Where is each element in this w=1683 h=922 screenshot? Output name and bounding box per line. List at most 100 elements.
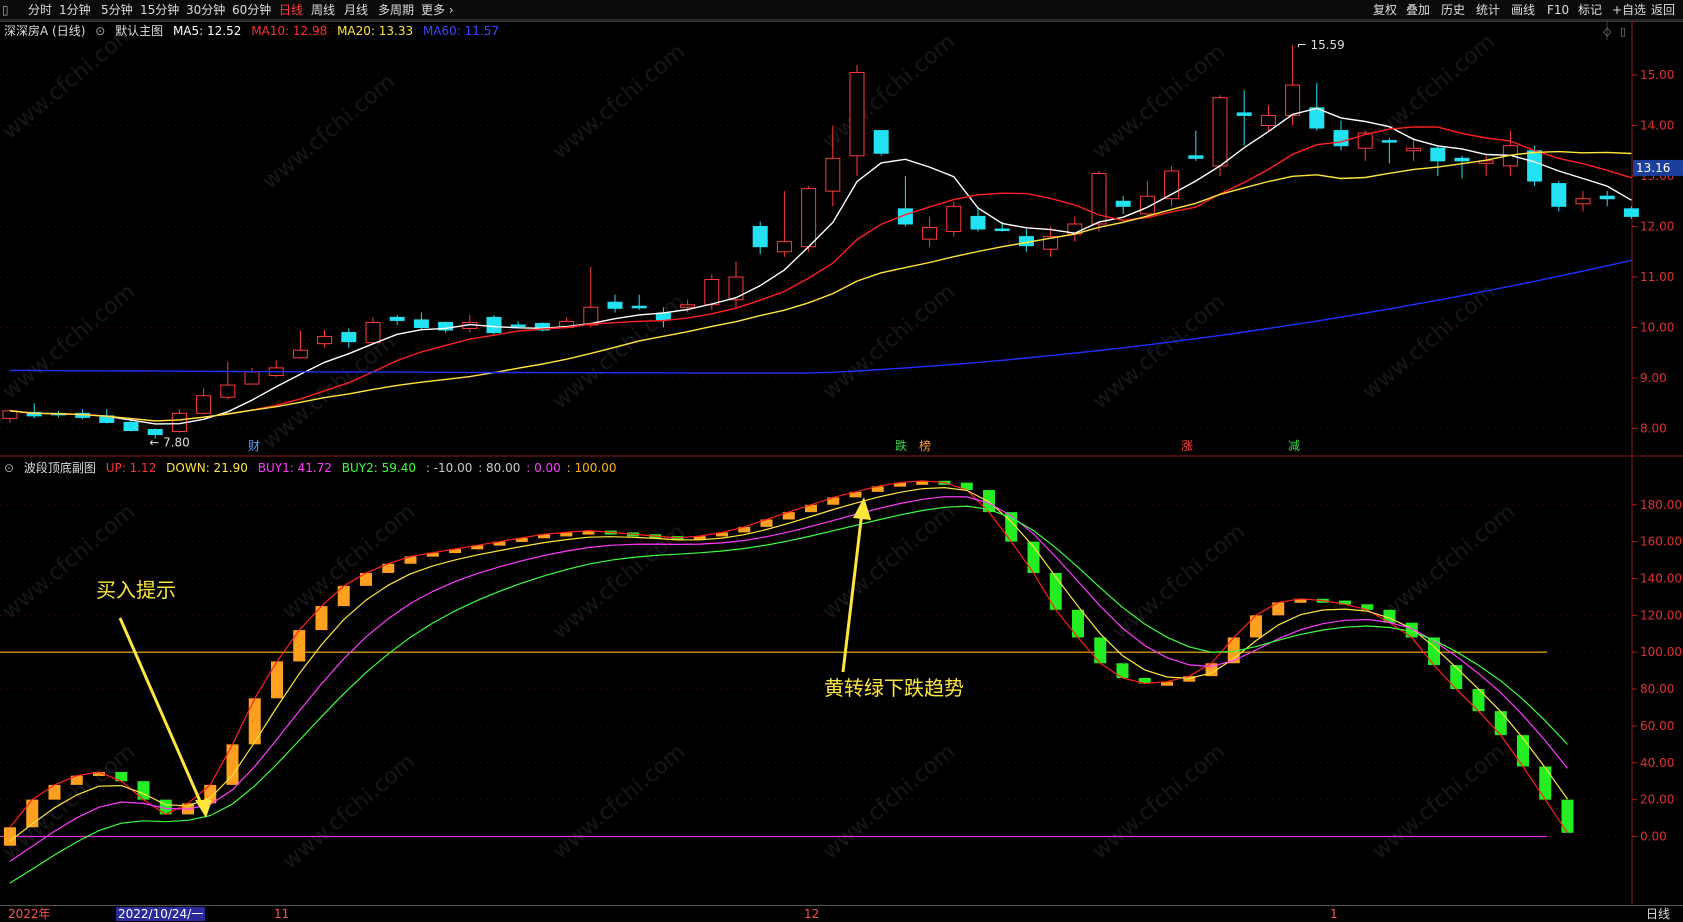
sub-panel-infobar: ⊙ 波段顶底副图 UP: 1.12 DOWN: 21.90 BUY1: 41.7… xyxy=(4,460,623,476)
candle-up xyxy=(317,336,333,345)
candle-up xyxy=(220,384,236,398)
level-neg10-value: : -10.00 xyxy=(425,461,473,475)
candle-down xyxy=(752,226,768,248)
candle-down xyxy=(1527,150,1543,182)
watermark-text: www.cfchi.com xyxy=(818,29,960,154)
osc-bar-up xyxy=(248,698,261,745)
candle-down xyxy=(1236,112,1252,116)
candle-down xyxy=(1188,155,1204,159)
event-mark: 榜 xyxy=(919,438,931,453)
candle-up xyxy=(728,276,744,301)
candle-up xyxy=(1285,84,1301,116)
event-mark: 涨 xyxy=(1181,438,1193,453)
watermark-text: www.cfchi.com xyxy=(1088,39,1230,164)
osc-tick-label: 100.00 xyxy=(1640,645,1682,659)
panel-frame-icon: ▯ xyxy=(1620,25,1626,38)
x-label-year: 2022年 xyxy=(8,907,51,921)
osc-bar-down xyxy=(1049,572,1062,610)
price-tick-label: 8.00 xyxy=(1640,422,1667,436)
event-mark: 跌 xyxy=(895,438,907,453)
candle-down xyxy=(1623,208,1639,217)
watermark-text: www.cfchi.com xyxy=(1368,739,1510,864)
collapse-diamond-icon: ◇ xyxy=(1603,25,1612,38)
indicator-name[interactable]: 默认主图 xyxy=(115,24,163,38)
osc-bar-down xyxy=(1094,637,1107,664)
watermark-text: www.cfchi.com xyxy=(1108,519,1250,644)
watermark-text: www.cfchi.com xyxy=(818,499,960,624)
osc-tick-label: 0.00 xyxy=(1640,830,1667,844)
candle-down xyxy=(655,312,671,321)
candle-down xyxy=(607,301,623,309)
candle-down xyxy=(970,215,986,230)
osc-bar-down xyxy=(1494,711,1507,736)
watermark-text: www.cfchi.com xyxy=(548,39,690,164)
osc-tick-label: 140.00 xyxy=(1640,571,1682,585)
level-80-value: : 80.00 xyxy=(478,461,521,475)
watermark-text: www.cfchi.com xyxy=(1358,279,1500,404)
x-axis-bar: 2022年 2022/10/24/一 11 12 1 日线 xyxy=(0,905,1683,922)
osc-tick-label: 180.00 xyxy=(1640,498,1682,512)
candle-up xyxy=(1406,147,1422,152)
candle-up xyxy=(1575,198,1591,205)
buy1-line xyxy=(9,496,1568,862)
candle-down xyxy=(994,228,1010,232)
annotation-arrowhead-down-trend xyxy=(853,497,871,520)
osc-bar-down xyxy=(1517,735,1529,767)
osc-bar-up xyxy=(337,585,350,607)
candle-down xyxy=(1454,157,1470,162)
candle-down xyxy=(1381,140,1397,143)
x-label-cursor-date: 2022/10/24/一 xyxy=(116,907,206,921)
osc-tick-label: 160.00 xyxy=(1640,535,1682,549)
event-mark: 减 xyxy=(1288,439,1300,453)
watermark-text: www.cfchi.com xyxy=(1088,289,1230,414)
watermark-text: www.cfchi.com xyxy=(258,329,400,454)
up-line xyxy=(9,480,1568,834)
candle-up xyxy=(849,71,865,157)
price-tick-label: 9.00 xyxy=(1640,371,1667,385)
candle-up xyxy=(1212,97,1228,167)
candle-up xyxy=(365,321,381,344)
candle-down xyxy=(147,429,163,436)
watermark-text: www.cfchi.com xyxy=(0,279,140,404)
ma60-line xyxy=(9,259,1632,374)
candle-down xyxy=(1551,183,1567,207)
indicator-circle-icon[interactable]: ⊙ xyxy=(95,24,105,38)
osc-tick-label: 60.00 xyxy=(1640,719,1674,733)
watermark-text: www.cfchi.com xyxy=(0,499,140,624)
osc-tick-label: 20.00 xyxy=(1640,793,1674,807)
watermark-text: www.cfchi.com xyxy=(818,739,960,864)
price-tick-label: 12.00 xyxy=(1640,220,1674,234)
x-label-dec: 12 xyxy=(804,907,820,921)
osc-bar-up xyxy=(4,827,16,846)
candle-down xyxy=(123,421,139,432)
buy2-value: BUY2: 59.40 xyxy=(341,461,416,475)
candle-down xyxy=(486,316,502,334)
candle-up xyxy=(292,349,308,359)
candle-down xyxy=(1430,147,1446,162)
price-tick-label: 14.00 xyxy=(1640,119,1674,133)
osc-bar-down xyxy=(1450,665,1463,690)
indicator-circle-icon[interactable]: ⊙ xyxy=(4,461,14,475)
current-price-label: 13.16 xyxy=(1636,161,1670,175)
osc-tick-label: 80.00 xyxy=(1640,682,1674,696)
osc-tick-label: 120.00 xyxy=(1640,608,1682,622)
candle-up xyxy=(680,304,696,308)
osc-bar-down xyxy=(1561,799,1574,833)
buy1-value: BUY1: 41.72 xyxy=(257,461,332,475)
annotation-arrow-buy xyxy=(118,617,205,809)
high-price-label: ⌐ 15.59 xyxy=(1297,38,1345,52)
up-value: UP: 1.12 xyxy=(105,461,157,475)
candle-down xyxy=(413,319,429,328)
candle-up xyxy=(801,188,817,248)
watermark-text: www.cfchi.com xyxy=(1378,499,1520,624)
candle-up xyxy=(776,241,792,253)
candle-up xyxy=(946,205,962,233)
osc-bar-up xyxy=(315,606,328,631)
osc-bar-up xyxy=(293,630,306,662)
x-label-nov: 11 xyxy=(274,907,290,921)
stock-name[interactable]: 深深房A (日线) xyxy=(4,24,85,38)
osc-bar-down xyxy=(1072,609,1084,638)
annotation-buy-hint: 买入提示 xyxy=(96,578,176,602)
sub-indicator-name[interactable]: 波段顶底副图 xyxy=(24,461,96,475)
watermark-text: www.cfchi.com xyxy=(548,519,690,644)
